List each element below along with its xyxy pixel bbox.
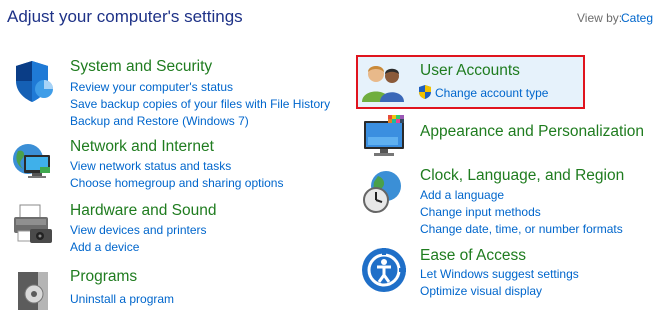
shield-icon[interactable] [10,57,58,105]
network-globe-icon[interactable] [10,137,58,185]
ease-of-access-icon[interactable] [360,246,408,294]
optimize-display-link[interactable]: Optimize visual display [420,284,542,298]
ease-of-access-heading[interactable]: Ease of Access [420,247,526,265]
suggest-settings-link[interactable]: Let Windows suggest settings [420,267,579,281]
uac-shield-icon [418,85,432,99]
date-time-formats-link[interactable]: Change date, time, or number formats [420,222,623,236]
backup-restore-link[interactable]: Backup and Restore (Windows 7) [70,114,249,128]
add-device-link[interactable]: Add a device [70,240,139,254]
network-status-link[interactable]: View network status and tasks [70,159,231,173]
network-internet-heading[interactable]: Network and Internet [70,138,214,156]
clock-globe-icon[interactable] [360,168,408,216]
change-account-type-label: Change account type [435,86,549,100]
system-security-heading[interactable]: System and Security [70,58,212,76]
add-language-link[interactable]: Add a language [420,188,504,202]
hardware-sound-heading[interactable]: Hardware and Sound [70,202,217,220]
homegroup-link[interactable]: Choose homegroup and sharing options [70,176,283,190]
page-title: Adjust your computer's settings [7,7,243,26]
file-history-link[interactable]: Save backup copies of your files with Fi… [70,97,330,111]
input-methods-link[interactable]: Change input methods [420,205,541,219]
devices-printers-link[interactable]: View devices and printers [70,223,207,237]
change-account-type-link[interactable]: Change account type [418,85,548,100]
printer-icon[interactable] [10,201,58,249]
users-icon[interactable] [360,60,408,108]
uninstall-program-link[interactable]: Uninstall a program [70,292,174,306]
view-by: View by: Categ [577,11,653,25]
monitor-palette-icon[interactable] [360,113,408,161]
user-accounts-heading[interactable]: User Accounts [420,62,520,80]
view-by-label: View by: [577,11,623,25]
programs-box-icon[interactable] [10,266,58,314]
appearance-heading[interactable]: Appearance and Personalization [420,123,644,141]
programs-heading[interactable]: Programs [70,268,137,286]
clock-language-region-heading[interactable]: Clock, Language, and Region [420,167,624,185]
view-by-dropdown[interactable]: Categ [621,11,653,25]
review-status-link[interactable]: Review your computer's status [70,80,233,94]
